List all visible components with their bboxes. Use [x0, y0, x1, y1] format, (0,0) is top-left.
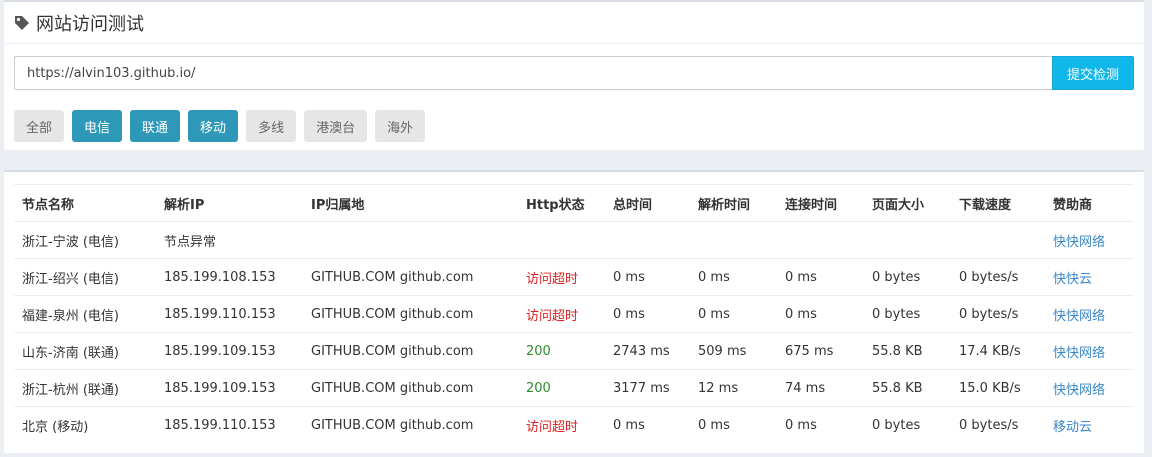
sponsor-link[interactable]: 移动云 [1045, 406, 1134, 444]
cell-page-size: 0 bytes [864, 406, 951, 444]
cell-http-status [518, 221, 605, 259]
cell-node: 山东-济南 (联通) [14, 332, 156, 370]
cell-location: GITHUB.COM github.com [303, 295, 518, 333]
header-total-time: 总时间 [605, 184, 690, 222]
cell-node: 浙江-杭州 (联通) [14, 369, 156, 407]
cell-page-size: 0 bytes [864, 258, 951, 296]
results-table: 节点名称 解析IP IP归属地 Http状态 总时间 解析时间 连接时间 页面大… [14, 184, 1134, 444]
cell-download-speed: 0 bytes/s [951, 258, 1045, 296]
url-form: 提交检测 [14, 56, 1134, 90]
cell-page-size: 55.8 KB [864, 332, 951, 370]
cell-connect-time: 0 ms [777, 258, 864, 296]
cell-connect-time: 74 ms [777, 369, 864, 407]
panel-heading: 网站访问测试 [4, 2, 1144, 44]
cell-http-status: 访问超时 [518, 258, 605, 296]
cell-ip: 185.199.110.153 [156, 295, 303, 333]
filter-button[interactable]: 海外 [375, 110, 426, 142]
results-panel: 节点名称 解析IP IP归属地 Http状态 总时间 解析时间 连接时间 页面大… [4, 170, 1144, 453]
header-node: 节点名称 [14, 184, 156, 222]
cell-total-time: 0 ms [605, 406, 690, 444]
sponsor-link[interactable]: 快快网络 [1045, 332, 1134, 370]
cell-node: 福建-泉州 (电信) [14, 295, 156, 333]
table-row: 浙江-宁波 (电信) 节点异常 快快网络 [14, 221, 1134, 259]
sponsor-link[interactable]: 快快网络 [1045, 295, 1134, 333]
cell-connect-time: 675 ms [777, 332, 864, 370]
header-download-speed: 下载速度 [951, 184, 1045, 222]
header-connect-time: 连接时间 [777, 184, 864, 222]
table-header-row: 节点名称 解析IP IP归属地 Http状态 总时间 解析时间 连接时间 页面大… [14, 184, 1134, 222]
tag-icon [14, 14, 32, 32]
cell-download-speed: 15.0 KB/s [951, 369, 1045, 407]
cell-location [303, 221, 518, 259]
cell-ip: 185.199.108.153 [156, 258, 303, 296]
filter-button[interactable]: 联通 [130, 110, 181, 142]
submit-button[interactable]: 提交检测 [1052, 56, 1134, 90]
cell-resolve-time: 0 ms [690, 295, 777, 333]
cell-connect-time: 0 ms [777, 295, 864, 333]
table-row: 山东-济南 (联通) 185.199.109.153 GITHUB.COM gith… [14, 332, 1134, 370]
isp-filter-group: 全部 电信 联通 移动 多线 港澳台 海外 [14, 110, 426, 142]
header-resolve-time: 解析时间 [690, 184, 777, 222]
cell-page-size: 0 bytes [864, 295, 951, 333]
cell-location: GITHUB.COM github.com [303, 369, 518, 407]
cell-resolve-time: 12 ms [690, 369, 777, 407]
cell-ip: 节点异常 [156, 221, 303, 259]
cell-location: GITHUB.COM github.com [303, 332, 518, 370]
cell-http-status: 200 [518, 332, 605, 370]
filter-button[interactable]: 港澳台 [304, 110, 368, 142]
cell-node: 北京 (移动) [14, 406, 156, 444]
cell-resolve-time: 0 ms [690, 258, 777, 296]
cell-ip: 185.199.110.153 [156, 406, 303, 444]
cell-resolve-time: 0 ms [690, 406, 777, 444]
cell-total-time [605, 221, 690, 259]
cell-http-status: 访问超时 [518, 295, 605, 333]
cell-ip: 185.199.109.153 [156, 332, 303, 370]
cell-page-size [864, 221, 951, 259]
cell-total-time: 0 ms [605, 295, 690, 333]
header-page-size: 页面大小 [864, 184, 951, 222]
results-body: 浙江-宁波 (电信) 节点异常 快快网络 浙江-绍兴 (电信) 185.199.108.… [14, 221, 1134, 444]
sponsor-link[interactable]: 快快网络 [1045, 221, 1134, 259]
filter-button[interactable]: 多线 [246, 110, 297, 142]
cell-download-speed: 0 bytes/s [951, 295, 1045, 333]
cell-ip: 185.199.109.153 [156, 369, 303, 407]
cell-location: GITHUB.COM github.com [303, 406, 518, 444]
cell-download-speed [951, 221, 1045, 259]
cell-connect-time: 0 ms [777, 406, 864, 444]
test-panel: 网站访问测试 提交检测 全部电信联通移动多线港澳台海外 [4, 0, 1144, 150]
cell-node: 浙江-绍兴 (电信) [14, 258, 156, 296]
header-sponsor: 赞助商 [1045, 184, 1134, 222]
header-http-status: Http状态 [518, 184, 605, 222]
filter-button[interactable]: 全部 [14, 110, 65, 142]
header-location: IP归属地 [303, 184, 518, 222]
url-input[interactable] [14, 56, 1052, 90]
cell-total-time: 2743 ms [605, 332, 690, 370]
table-row: 福建-泉州 (电信) 185.199.110.153 GITHUB.COM gith… [14, 295, 1134, 333]
cell-http-status: 200 [518, 369, 605, 407]
cell-node: 浙江-宁波 (电信) [14, 221, 156, 259]
header-ip: 解析IP [156, 184, 303, 222]
filter-button[interactable]: 电信 [72, 110, 123, 142]
table-row: 浙江-杭州 (联通) 185.199.109.153 GITHUB.COM gith… [14, 369, 1134, 407]
table-row: 北京 (移动) 185.199.110.153 GITHUB.COM github.… [14, 406, 1134, 444]
cell-connect-time [777, 221, 864, 259]
cell-http-status: 访问超时 [518, 406, 605, 444]
cell-download-speed: 17.4 KB/s [951, 332, 1045, 370]
cell-resolve-time: 509 ms [690, 332, 777, 370]
cell-location: GITHUB.COM github.com [303, 258, 518, 296]
cell-resolve-time [690, 221, 777, 259]
cell-download-speed: 0 bytes/s [951, 406, 1045, 444]
cell-total-time: 3177 ms [605, 369, 690, 407]
table-row: 浙江-绍兴 (电信) 185.199.108.153 GITHUB.COM gith… [14, 258, 1134, 296]
cell-total-time: 0 ms [605, 258, 690, 296]
filter-button[interactable]: 移动 [188, 110, 239, 142]
cell-page-size: 55.8 KB [864, 369, 951, 407]
sponsor-link[interactable]: 快快网络 [1045, 369, 1134, 407]
page-title: 网站访问测试 [36, 13, 144, 35]
sponsor-link[interactable]: 快快云 [1045, 258, 1134, 296]
